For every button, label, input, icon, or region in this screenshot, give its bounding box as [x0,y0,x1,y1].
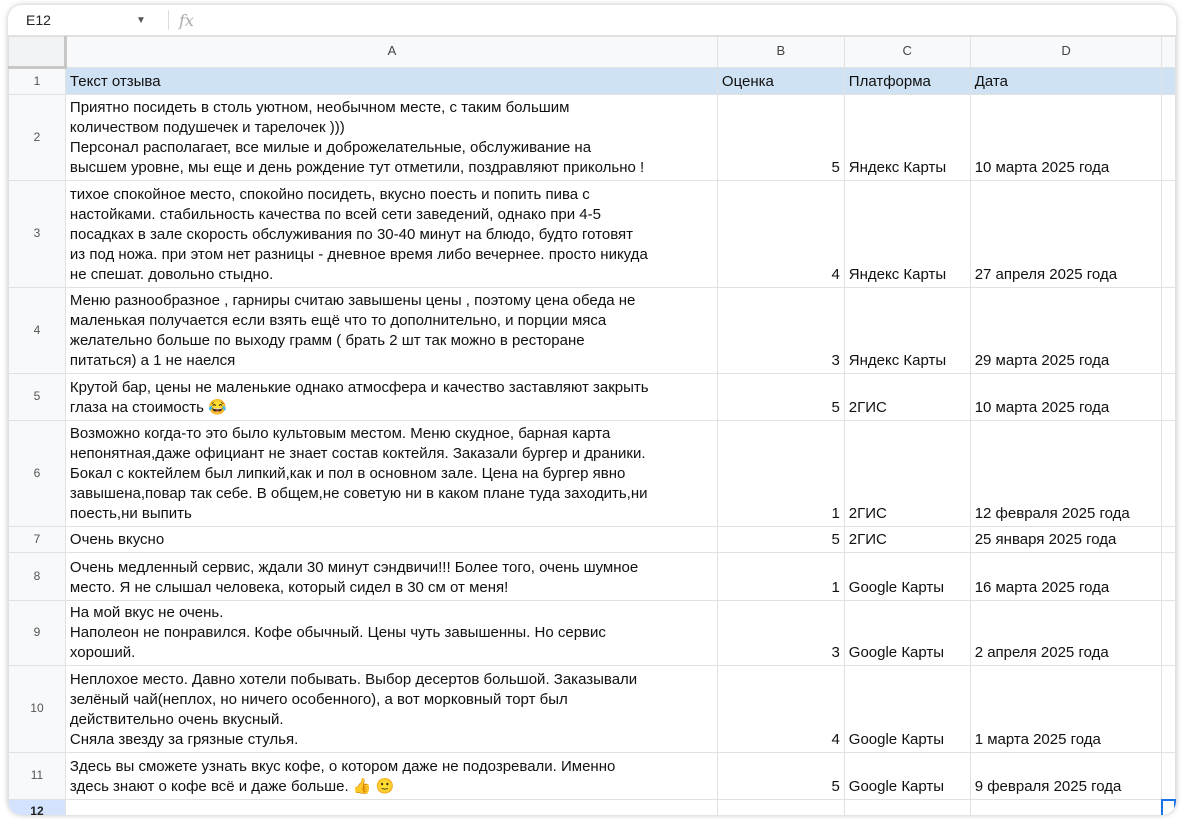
review-text-cell[interactable]: Приятно посидеть в столь уютном, необычн… [64,94,718,181]
platform-cell[interactable]: 2ГИС [843,373,971,421]
review-text-cell[interactable]: Возможно когда-то это было культовым мес… [64,420,718,527]
row-number[interactable]: 8 [8,552,66,601]
cell[interactable] [969,799,1163,815]
column-header-b[interactable]: B [716,36,845,68]
row-number[interactable]: 4 [8,287,66,374]
row-number[interactable]: 11 [8,752,66,800]
row-number[interactable]: 5 [8,373,66,421]
cell[interactable] [1161,600,1176,666]
cell[interactable] [716,799,845,815]
platform-cell[interactable]: Google Карты [843,752,971,800]
row-number[interactable]: 3 [8,180,66,288]
table-row: 9 На мой вкус не очень. Наполеон не понр… [8,600,1176,666]
review-text-cell[interactable]: Неплохое место. Давно хотели побывать. В… [64,665,718,753]
table-row: 3 тихое спокойное место, спокойно посиде… [8,180,1176,288]
date-cell[interactable]: 10 марта 2025 года [969,94,1163,181]
select-all-corner[interactable] [8,36,67,69]
date-cell[interactable]: 29 марта 2025 года [969,287,1163,374]
table-row: 7 Очень вкусно 5 2ГИС 25 января 2025 год… [8,526,1176,553]
header-cell-date[interactable]: Дата [969,67,1163,95]
review-text-cell[interactable]: Очень вкусно [64,526,718,553]
platform-cell[interactable]: Google Карты [843,600,971,666]
row-number[interactable]: 9 [8,600,66,666]
review-text-cell[interactable]: Очень медленный сервис, ждали 30 минут с… [64,552,718,601]
table-row: 6 Возможно когда-то это было культовым м… [8,420,1176,527]
review-text-cell[interactable]: тихое спокойное место, спокойно посидеть… [64,180,718,288]
column-header-a[interactable]: A [64,36,718,68]
rating-cell[interactable]: 4 [716,665,845,753]
date-cell[interactable]: 10 марта 2025 года [969,373,1163,421]
divider [168,10,169,30]
cell[interactable] [1161,526,1176,553]
cell[interactable] [1161,420,1176,527]
cell[interactable] [1161,373,1176,421]
review-text-cell[interactable]: На мой вкус не очень. Наполеон не понрав… [64,600,718,666]
row-number[interactable]: 1 [8,67,66,95]
name-box[interactable]: E12 [8,12,136,28]
rating-cell[interactable]: 3 [716,600,845,666]
cell[interactable] [1161,552,1176,601]
spreadsheet-window: E12 ▼ fx A B C D 1 Текст отзыва Оценка П… [8,5,1176,815]
platform-cell[interactable]: Яндекс Карты [843,180,971,288]
header-cell-review[interactable]: Текст отзыва [64,67,718,95]
table-row: 10 Неплохое место. Давно хотели побывать… [8,665,1176,753]
platform-cell[interactable]: 2ГИС [843,526,971,553]
rating-cell[interactable]: 5 [716,94,845,181]
rating-cell[interactable]: 1 [716,420,845,527]
row-number[interactable]: 12 [8,799,66,815]
row-number[interactable]: 7 [8,526,66,553]
date-cell[interactable]: 9 февраля 2025 года [969,752,1163,800]
selected-cell-e12[interactable] [1160,798,1176,815]
table-row: 12 [8,798,1176,815]
rating-cell[interactable]: 4 [716,180,845,288]
rating-cell[interactable]: 1 [716,552,845,601]
platform-cell[interactable]: Google Карты [843,552,971,601]
cell[interactable] [843,799,971,815]
row-number[interactable]: 2 [8,94,66,181]
column-header-c[interactable]: C [843,36,971,68]
date-cell[interactable]: 25 января 2025 года [969,526,1163,553]
date-cell[interactable]: 16 марта 2025 года [969,552,1163,601]
header-cell-platform[interactable]: Платформа [843,67,971,95]
review-text-cell[interactable]: Крутой бар, цены не маленькие однако атм… [64,373,718,421]
platform-cell[interactable]: Google Карты [843,665,971,753]
column-header-d[interactable]: D [969,36,1163,68]
platform-cell[interactable]: 2ГИС [843,420,971,527]
platform-cell[interactable]: Яндекс Карты [843,287,971,374]
fx-icon: fx [179,10,194,30]
cell[interactable] [1161,752,1176,800]
table-row: 11 Здесь вы сможете узнать вкус кофе, о … [8,752,1176,800]
review-text-cell[interactable]: Меню разнообразное , гарниры считаю завы… [64,287,718,374]
cell[interactable] [1161,180,1176,288]
formula-bar: E12 ▼ fx [8,5,1176,36]
platform-cell[interactable]: Яндекс Карты [843,94,971,181]
rating-cell[interactable]: 3 [716,287,845,374]
sheet-grid: A B C D 1 Текст отзыва Оценка Платформа … [8,36,1176,815]
table-row: 2 Приятно посидеть в столь уютном, необы… [8,94,1176,181]
date-cell[interactable]: 27 апреля 2025 года [969,180,1163,288]
row-number[interactable]: 6 [8,420,66,527]
column-header-e[interactable] [1161,36,1176,68]
row-number[interactable]: 10 [8,665,66,753]
date-cell[interactable]: 1 марта 2025 года [969,665,1163,753]
cell[interactable] [64,799,718,815]
header-cell-rating[interactable]: Оценка [716,67,845,95]
cell[interactable] [1161,94,1176,181]
cell[interactable] [1161,665,1176,753]
table-row: 8 Очень медленный сервис, ждали 30 минут… [8,552,1176,601]
rating-cell[interactable]: 5 [716,373,845,421]
date-cell[interactable]: 2 апреля 2025 года [969,600,1163,666]
review-text-cell[interactable]: Здесь вы сможете узнать вкус кофе, о кот… [64,752,718,800]
header-row: 1 Текст отзыва Оценка Платформа Дата [8,67,1176,95]
table-row: 4 Меню разнообразное , гарниры считаю за… [8,287,1176,374]
name-box-dropdown-icon[interactable]: ▼ [136,15,158,26]
rating-cell[interactable]: 5 [716,752,845,800]
cell[interactable] [1161,287,1176,374]
date-cell[interactable]: 12 февраля 2025 года [969,420,1163,527]
table-row: 5 Крутой бар, цены не маленькие однако а… [8,373,1176,421]
rating-cell[interactable]: 5 [716,526,845,553]
cell[interactable] [1161,67,1176,95]
